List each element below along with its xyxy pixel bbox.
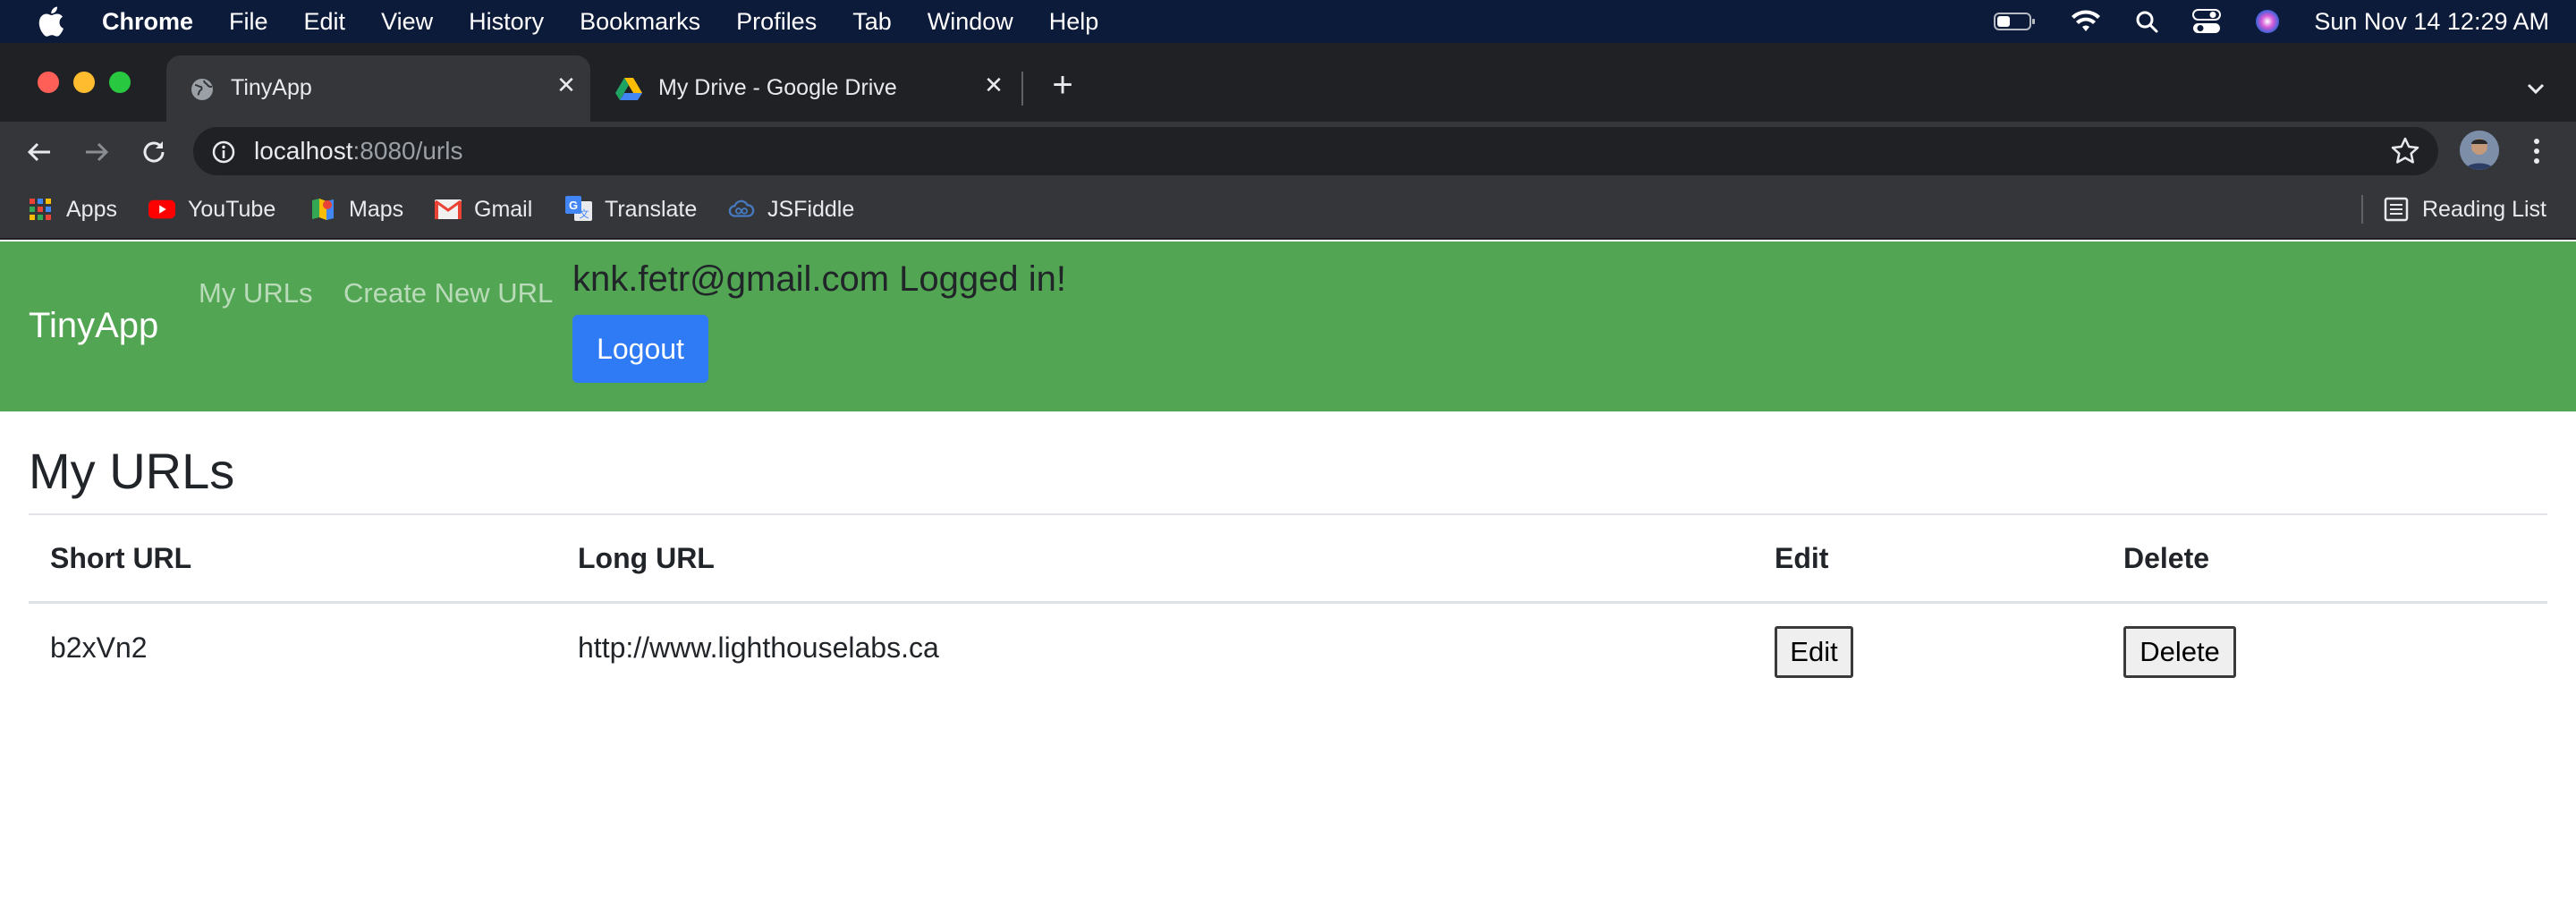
table-header-edit: Edit [1775, 542, 1829, 574]
window-minimize-button[interactable] [73, 72, 95, 93]
long-url-cell: http://www.lighthouselabs.ca [578, 631, 939, 664]
tab-separator [1021, 72, 1023, 106]
window-zoom-button[interactable] [109, 72, 131, 93]
delete-button[interactable]: Delete [2123, 626, 2236, 678]
menu-history[interactable]: History [469, 8, 544, 36]
page-title: My URLs [29, 443, 235, 499]
menu-window[interactable]: Window [928, 8, 1013, 36]
bookmark-gmail[interactable]: Gmail [435, 195, 532, 224]
maps-icon [309, 197, 336, 222]
heading-divider [29, 513, 2547, 515]
menu-tab[interactable]: Tab [852, 8, 892, 36]
menu-file[interactable]: File [229, 8, 268, 36]
site-info-icon[interactable] [211, 140, 236, 165]
menu-help[interactable]: Help [1049, 8, 1099, 36]
tab-title-google-drive[interactable]: My Drive - Google Drive [658, 75, 897, 101]
svg-text:G: G [569, 199, 578, 212]
address-path: :8080/urls [352, 137, 463, 165]
edit-button[interactable]: Edit [1775, 626, 1853, 678]
apple-logo-icon[interactable] [38, 5, 64, 38]
bookmark-label: Gmail [474, 196, 533, 222]
menu-edit[interactable]: Edit [304, 8, 346, 36]
table-header-short-url: Short URL [50, 542, 192, 574]
reading-list-label: Reading List [2422, 196, 2546, 222]
login-status: knk.fetr@gmail.com Logged in! [572, 259, 1066, 299]
bookmark-translate[interactable]: G文 Translate [565, 195, 697, 224]
profile-avatar[interactable] [2460, 131, 2499, 170]
logout-button[interactable]: Logout [572, 315, 708, 383]
jsfiddle-icon [728, 197, 755, 222]
window-close-button[interactable] [38, 72, 59, 93]
bookmark-jsfiddle[interactable]: JSFiddle [728, 195, 854, 224]
address-bar[interactable] [193, 127, 2438, 175]
short-url-cell[interactable]: b2xVn2 [50, 631, 148, 665]
table-header-divider [29, 601, 2547, 604]
bookmark-star-icon[interactable] [2390, 136, 2420, 166]
tab-close-icon[interactable]: ✕ [553, 72, 580, 98]
apps-grid-icon [27, 197, 54, 222]
menu-bar-clock[interactable]: Sun Nov 14 12:29 AM [2314, 8, 2549, 36]
control-center-icon[interactable] [2192, 9, 2222, 34]
table-header-long-url: Long URL [578, 542, 715, 574]
siri-icon[interactable] [2255, 9, 2280, 34]
bookmark-label: YouTube [188, 196, 276, 222]
nav-create-new-url[interactable]: Create New URL [343, 277, 553, 309]
bookmark-label: Translate [605, 196, 698, 222]
address-text[interactable]: localhost:8080/urls [254, 137, 462, 165]
reload-icon[interactable] [134, 132, 174, 172]
bookmark-maps[interactable]: Maps [309, 195, 403, 224]
google-drive-icon [615, 78, 642, 100]
address-host: localhost [254, 137, 353, 165]
forward-arrow-icon[interactable] [77, 132, 116, 172]
wifi-icon[interactable] [2071, 10, 2101, 33]
bookmarks-separator [2361, 195, 2363, 224]
menu-profiles[interactable]: Profiles [736, 8, 817, 36]
gmail-icon [435, 197, 462, 222]
reading-list-button[interactable]: Reading List [2383, 195, 2546, 224]
table-header-delete: Delete [2123, 542, 2210, 574]
back-arrow-icon[interactable] [20, 132, 59, 172]
globe-icon [191, 79, 213, 100]
bookmark-youtube[interactable]: YouTube [148, 195, 275, 224]
tab-close-icon[interactable]: ✕ [980, 72, 1007, 98]
menu-bookmarks[interactable]: Bookmarks [580, 8, 700, 36]
brand-link[interactable]: TinyApp [29, 306, 158, 346]
nav-my-urls[interactable]: My URLs [199, 277, 312, 309]
tab-search-chevron-icon[interactable] [2522, 75, 2549, 102]
new-tab-plus-icon[interactable]: + [1046, 67, 1079, 104]
bookmark-label: Maps [349, 196, 404, 222]
reading-list-icon [2383, 197, 2410, 222]
youtube-icon [148, 197, 175, 222]
chrome-menu-kebab-icon[interactable] [2528, 136, 2546, 166]
menu-app-name[interactable]: Chrome [102, 8, 193, 36]
battery-icon[interactable] [1994, 11, 2037, 32]
menu-view[interactable]: View [381, 8, 433, 36]
spotlight-search-icon[interactable] [2135, 10, 2158, 33]
tab-title-tinyapp: TinyApp [231, 75, 312, 100]
translate-icon: G文 [565, 196, 592, 222]
app-navbar [0, 241, 2576, 411]
bookmark-label: Apps [66, 196, 117, 222]
bookmark-apps[interactable]: Apps [27, 195, 117, 224]
svg-text:文: 文 [580, 208, 589, 220]
macos-menu-bar: Chrome File Edit View History Bookmarks … [0, 0, 2576, 43]
bookmark-label: JSFiddle [767, 196, 855, 222]
